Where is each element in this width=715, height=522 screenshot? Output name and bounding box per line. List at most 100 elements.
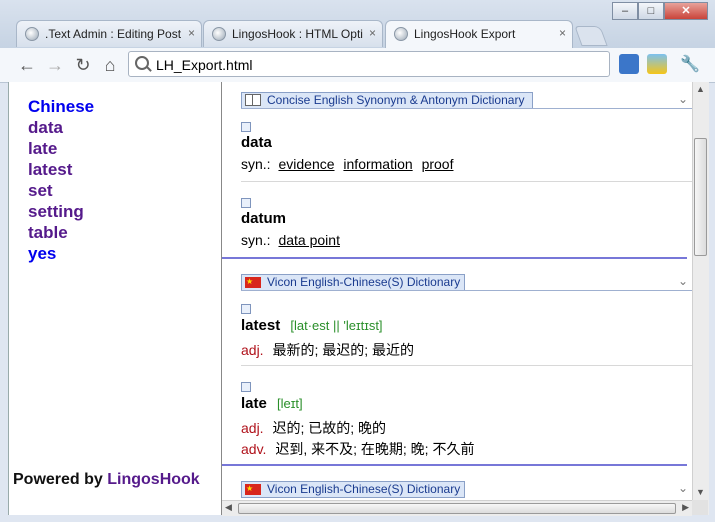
word-link-latest[interactable]: latest [28, 159, 94, 180]
entry-expand-icon[interactable] [241, 304, 251, 314]
forward-icon[interactable]: → [44, 54, 66, 76]
globe-icon [394, 27, 408, 41]
scroll-thumb[interactable] [694, 138, 707, 256]
chevron-down-icon[interactable]: ⌄ [678, 92, 688, 106]
entry-expand-icon[interactable] [241, 382, 251, 392]
part-of-speech: adj. [241, 342, 264, 358]
part-of-speech: adv. [241, 441, 267, 457]
synonym-link[interactable]: data point [278, 232, 340, 248]
dictionary-divider [222, 464, 687, 466]
maximize-button[interactable]: □ [638, 2, 664, 20]
definition-text: 迟到, 来不及; 在晚期; 晚; 不久前 [275, 441, 475, 457]
close-tab-icon[interactable]: × [188, 26, 195, 40]
syn-label: syn.: [241, 232, 271, 248]
headword-text: latest [241, 317, 281, 334]
navigation-toolbar: ← → ↻ ⌂ 🔧 [0, 48, 715, 83]
globe-icon [212, 27, 226, 41]
dictionary-name: Vicon English-Chinese(S) Dictionary [267, 275, 461, 289]
close-tab-icon[interactable]: × [559, 26, 566, 40]
word-link-setting[interactable]: setting [28, 201, 94, 222]
definition-line: adj. 迟的; 已故的; 晚的 [241, 418, 386, 438]
dictionary-pane: Concise English Synonym & Antonym Dictio… [222, 82, 692, 500]
synonym-line: syn.: evidence information proof [241, 156, 458, 172]
dictionary-section-header[interactable]: Vicon English-Chinese(S) Dictionary [241, 481, 465, 498]
home-icon[interactable]: ⌂ [99, 54, 121, 76]
reload-icon[interactable]: ↻ [72, 54, 94, 76]
scrollbar-corner [692, 500, 708, 515]
url-input[interactable] [154, 55, 598, 75]
book-icon [245, 94, 261, 106]
syn-label: syn.: [241, 156, 271, 172]
headword: late [leɪt] [241, 395, 303, 412]
section-rule [241, 290, 692, 291]
tab-text-admin[interactable]: .Text Admin : Editing Post × [16, 20, 202, 47]
dictionary-name: Vicon English-Chinese(S) Dictionary [267, 482, 461, 496]
wrench-icon[interactable]: 🔧 [679, 54, 701, 76]
scroll-up-icon[interactable]: ▲ [696, 84, 705, 94]
phonetic: [leɪt] [277, 396, 303, 411]
phonetic: [lat·est || 'leɪtɪst] [290, 318, 383, 333]
page-content: Chinese data late latest set setting tab… [8, 82, 709, 516]
vertical-scrollbar[interactable]: ▲ ▼ [692, 82, 709, 515]
headword-text: late [241, 395, 267, 412]
globe-icon [25, 27, 39, 41]
entry-separator [241, 181, 692, 182]
synonym-link[interactable]: evidence [278, 156, 334, 172]
word-link-late[interactable]: late [28, 138, 94, 159]
dictionary-section-header[interactable]: Concise English Synonym & Antonym Dictio… [241, 92, 533, 109]
definition-line: adj. 最新的; 最迟的; 最近的 [241, 340, 414, 360]
dictionary-name: Concise English Synonym & Antonym Dictio… [267, 93, 525, 107]
powered-by: Powered by LingosHook [13, 471, 200, 489]
word-link-set[interactable]: set [28, 180, 94, 201]
word-link-yes[interactable]: yes [28, 243, 94, 264]
definition-text: 最新的; 最迟的; 最近的 [272, 342, 415, 358]
close-window-button[interactable]: ✕ [664, 2, 708, 20]
china-flag-icon [245, 481, 261, 496]
close-tab-icon[interactable]: × [369, 26, 376, 40]
word-link-table[interactable]: table [28, 222, 94, 243]
definition-text: 迟的; 已故的; 晚的 [272, 420, 387, 436]
tab-lingoshook-html[interactable]: LingosHook : HTML Opti × [203, 20, 383, 47]
tab-label: LingosHook Export [414, 27, 516, 41]
dictionary-divider [222, 257, 687, 259]
word-list-pane: Chinese data late latest set setting tab… [9, 82, 222, 515]
synonym-link[interactable]: information [343, 156, 412, 172]
back-icon[interactable]: ← [16, 54, 38, 76]
word-list: Chinese data late latest set setting tab… [28, 96, 94, 264]
synonym-link[interactable]: proof [422, 156, 454, 172]
dictionary-section-header[interactable]: Vicon English-Chinese(S) Dictionary [241, 274, 465, 291]
new-tab-button[interactable] [574, 26, 608, 46]
browser-window: .Text Admin : Editing Post × LingosHook … [0, 0, 715, 522]
definition-line: adv. 迟到, 来不及; 在晚期; 晚; 不久前 [241, 439, 474, 459]
headword: data [241, 134, 272, 151]
scroll-right-icon[interactable]: ▶ [682, 502, 689, 513]
headword: datum [241, 210, 286, 227]
part-of-speech: adj. [241, 420, 264, 436]
extension-icon[interactable] [647, 54, 667, 74]
minimize-button[interactable]: – [612, 2, 638, 20]
lingoshook-link[interactable]: LingosHook [107, 471, 199, 488]
search-icon [135, 56, 149, 70]
china-flag-icon [245, 274, 261, 289]
entry-expand-icon[interactable] [241, 122, 251, 132]
headword: latest [lat·est || 'leɪtɪst] [241, 317, 383, 334]
synonym-line: syn.: data point [241, 232, 345, 248]
chevron-down-icon[interactable]: ⌄ [678, 481, 688, 495]
tab-strip: .Text Admin : Editing Post × LingosHook … [0, 0, 715, 48]
chevron-down-icon[interactable]: ⌄ [678, 274, 688, 288]
scroll-down-icon[interactable]: ▼ [696, 487, 705, 497]
tab-lingoshook-export[interactable]: LingosHook Export × [385, 20, 573, 48]
tab-label: LingosHook : HTML Opti [232, 27, 363, 41]
scroll-left-icon[interactable]: ◀ [225, 502, 232, 513]
word-link-chinese[interactable]: Chinese [28, 96, 94, 117]
entry-separator [241, 365, 692, 366]
horizontal-scrollbar[interactable]: ◀ ▶ [222, 500, 692, 516]
entry-expand-icon[interactable] [241, 198, 251, 208]
ie-tab-extension-icon[interactable] [619, 54, 639, 74]
word-link-data[interactable]: data [28, 117, 94, 138]
section-rule [241, 108, 692, 109]
tab-label: .Text Admin : Editing Post [45, 27, 182, 41]
scroll-thumb[interactable] [238, 503, 676, 514]
address-bar[interactable] [128, 51, 610, 77]
powered-by-label: Powered by [13, 471, 108, 488]
